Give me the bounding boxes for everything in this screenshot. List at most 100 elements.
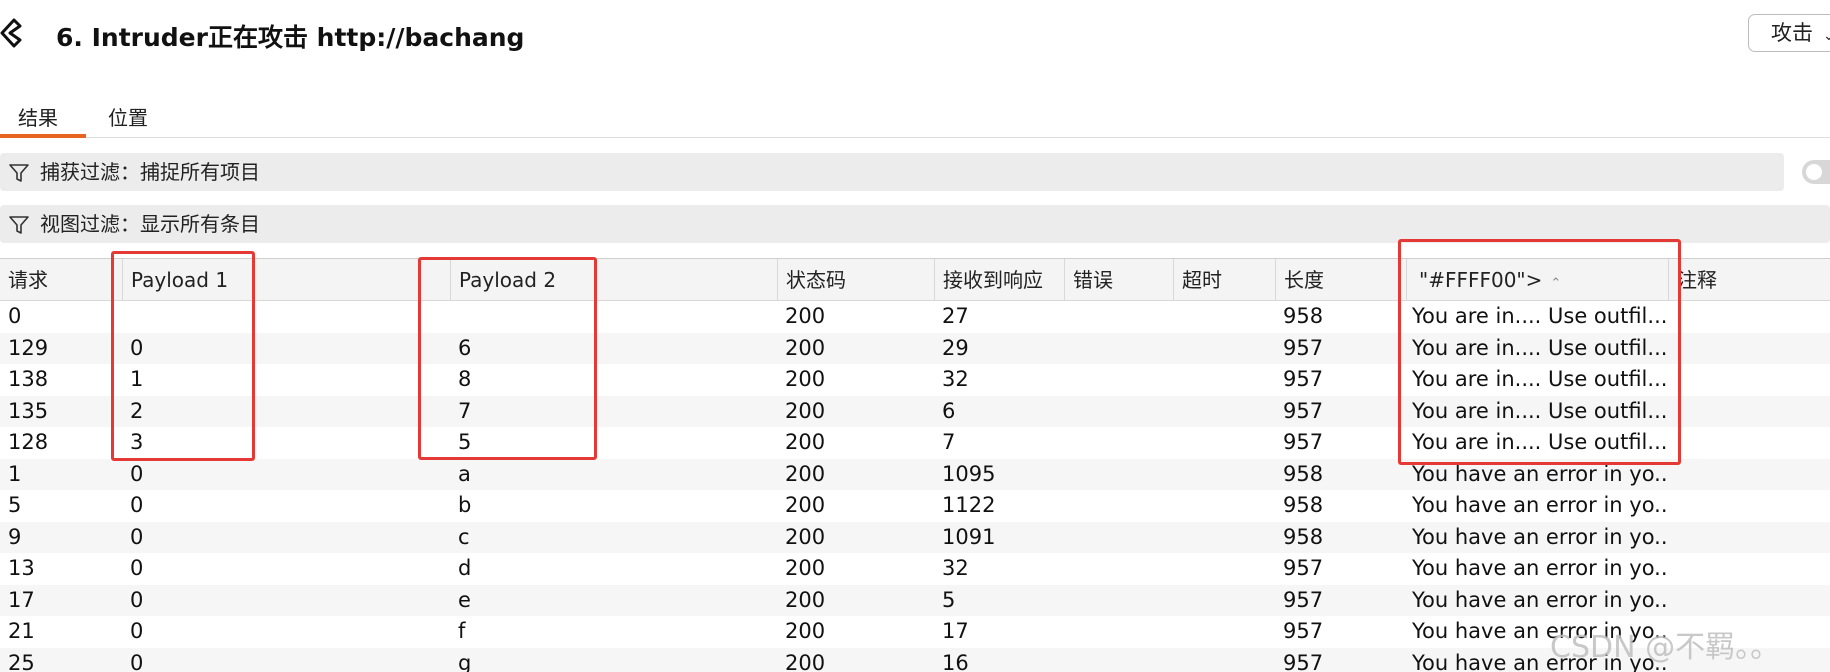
filter-icon xyxy=(9,164,29,182)
table-row[interactable]: 128 3 5 200 7 957 You are in.... Use outfil... xyxy=(0,427,1830,459)
cell-length: 957 xyxy=(1283,430,1324,454)
cell-payload1: 0 xyxy=(130,335,144,360)
cell-status: 200 xyxy=(785,335,826,360)
column-header-payload1[interactable]: Payload 1 xyxy=(122,259,450,301)
cell-length: 957 xyxy=(1283,367,1324,391)
cell-request: 0 xyxy=(8,304,22,328)
column-header-comment[interactable]: 注释 xyxy=(1668,259,1830,301)
cell-response-received: 16 xyxy=(942,650,969,672)
tab-results[interactable]: 结果 xyxy=(18,102,58,131)
cell-payload2 xyxy=(450,301,777,333)
cell-status: 200 xyxy=(785,398,826,423)
cell-timeout xyxy=(1173,490,1275,522)
column-header-length[interactable]: 长度 xyxy=(1275,259,1406,301)
cell-request: 5 xyxy=(8,493,22,517)
cell-request: 1 xyxy=(8,461,22,486)
cell-payload1: 0 xyxy=(130,650,144,672)
cell-status: 200 xyxy=(785,650,826,672)
table-row[interactable]: 1 0 a 200 1095 958 You have an error in yo... xyxy=(0,458,1830,491)
column-header-grep[interactable]: "#FFFF00"> ⌃ xyxy=(1406,259,1668,301)
cell-comment xyxy=(1668,364,1830,396)
cell-payload1: 0 xyxy=(130,556,144,580)
tab-bar: 结果 位置 xyxy=(0,96,1830,138)
cell-payload1: 0 xyxy=(130,619,144,643)
cell-payload2: b xyxy=(458,493,472,517)
view-filter-label: 视图过滤：显示所有条目 xyxy=(40,212,260,236)
cell-request: 25 xyxy=(8,650,35,672)
table-body: 0 200 27 958 You are in.... Use outfil... 1 29… xyxy=(0,301,1830,672)
cell-payload1: 0 xyxy=(130,493,144,517)
table-row[interactable]: 5 0 b 200 1122 958 You have an error in yo... xyxy=(0,490,1830,522)
cell-status: 200 xyxy=(785,430,826,454)
capture-filter-bar[interactable]: 捕获过滤：捕捉所有项目 xyxy=(0,153,1784,191)
view-filter-bar[interactable]: 视图过滤：显示所有条目 xyxy=(0,205,1830,243)
cell-grep: You are in.... Use outfil... xyxy=(1412,367,1668,391)
cell-length: 958 xyxy=(1283,524,1324,549)
column-header-request[interactable]: 请求 xyxy=(0,259,122,301)
cell-comment xyxy=(1668,522,1830,554)
chevron-down-icon: ⌄ xyxy=(1823,28,1830,44)
cell-payload2: a xyxy=(458,461,471,486)
cell-payload2: 6 xyxy=(458,335,472,360)
burp-logo-icon xyxy=(0,18,22,48)
cell-timeout xyxy=(1173,364,1275,396)
cell-response-received: 6 xyxy=(942,398,956,423)
sort-ascending-icon: ⌃ xyxy=(1550,276,1562,291)
attack-menu-button[interactable]: 攻击 ⌄ xyxy=(1748,14,1830,52)
window-title: 6. Intruder正在攻击 http://bachang xyxy=(56,23,525,52)
table-row[interactable]: 17 0 e 200 5 957 You have an error in yo... xyxy=(0,584,1830,616)
cell-payload2: f xyxy=(458,619,466,643)
table-row[interactable]: 129 0 6 200 29 957 You are in.... Use outfil..… xyxy=(0,332,1830,365)
column-header-status[interactable]: 状态码 xyxy=(777,259,934,301)
table-row[interactable]: 138 1 8 200 32 957 You are in.... Use outfil..… xyxy=(0,364,1830,396)
cell-payload2: g xyxy=(458,650,472,672)
cell-comment xyxy=(1668,333,1830,365)
column-header-error[interactable]: 错误 xyxy=(1064,259,1173,301)
cell-timeout xyxy=(1173,553,1275,585)
table-row[interactable]: 0 200 27 958 You are in.... Use outfil... xyxy=(0,301,1830,333)
cell-payload1: 0 xyxy=(130,461,144,486)
tab-positions[interactable]: 位置 xyxy=(108,102,148,131)
cell-error xyxy=(1064,459,1173,491)
cell-grep: You are in.... Use outfil... xyxy=(1412,398,1668,423)
cell-comment xyxy=(1668,427,1830,459)
table-row[interactable]: 9 0 c 200 1091 958 You have an error in yo... xyxy=(0,521,1830,554)
capture-toggle-knob xyxy=(1806,164,1822,180)
cell-grep: You have an error in yo... xyxy=(1412,493,1668,517)
cell-response-received: 32 xyxy=(942,556,969,580)
cell-timeout xyxy=(1173,396,1275,428)
cell-response-received: 29 xyxy=(942,335,969,360)
cell-status: 200 xyxy=(785,556,826,580)
column-header-timeout[interactable]: 超时 xyxy=(1173,259,1275,301)
cell-error xyxy=(1064,364,1173,396)
cell-error xyxy=(1064,396,1173,428)
cell-length: 957 xyxy=(1283,650,1324,672)
cell-length: 958 xyxy=(1283,461,1324,486)
cell-error xyxy=(1064,301,1173,333)
cell-payload2: 7 xyxy=(458,398,472,423)
cell-payload1 xyxy=(122,301,450,333)
cell-status: 200 xyxy=(785,524,826,549)
cell-length: 958 xyxy=(1283,304,1324,328)
cell-error xyxy=(1064,427,1173,459)
cell-request: 13 xyxy=(8,556,35,580)
table-row[interactable]: 13 0 d 200 32 957 You have an error in yo... xyxy=(0,553,1830,585)
cell-error xyxy=(1064,648,1173,672)
capture-filter-label: 捕获过滤：捕捉所有项目 xyxy=(40,160,260,184)
cell-error xyxy=(1064,553,1173,585)
cell-timeout xyxy=(1173,616,1275,648)
cell-comment xyxy=(1668,553,1830,585)
cell-request: 9 xyxy=(8,524,22,549)
cell-payload1: 0 xyxy=(130,587,144,612)
cell-payload1: 3 xyxy=(130,430,144,454)
table-row[interactable]: 135 2 7 200 6 957 You are in.... Use outfil... xyxy=(0,395,1830,428)
cell-payload2: 5 xyxy=(458,430,472,454)
cell-response-received: 17 xyxy=(942,619,969,643)
cell-payload1: 1 xyxy=(130,367,144,391)
cell-status: 200 xyxy=(785,493,826,517)
column-header-response-received[interactable]: 接收到响应 xyxy=(934,259,1064,301)
active-tab-indicator xyxy=(0,134,86,138)
column-header-payload2[interactable]: Payload 2 xyxy=(450,259,777,301)
cell-response-received: 1122 xyxy=(942,493,996,517)
cell-request: 138 xyxy=(8,367,49,391)
